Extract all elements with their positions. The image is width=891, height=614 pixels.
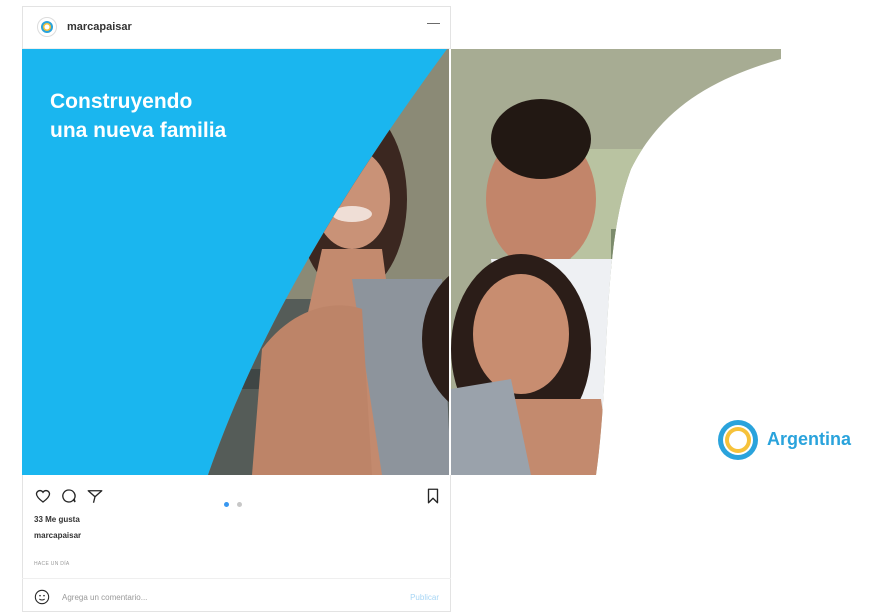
publish-button[interactable]: Publicar [410, 593, 439, 602]
carousel-indicator [224, 494, 246, 512]
headline-line-2: una nueva familia [50, 119, 227, 142]
post-header: marcapaisar — [23, 7, 450, 49]
emoji-icon[interactable] [34, 589, 50, 605]
sun-logo-icon [718, 420, 758, 460]
carousel-slide-2[interactable]: Argentina [451, 49, 878, 475]
bookmark-icon[interactable] [425, 487, 441, 505]
share-icon[interactable] [86, 487, 104, 505]
caption-username[interactable]: marcapaisar [34, 531, 81, 540]
carousel-slide-1[interactable]: Construyendo una nueva familia [22, 49, 451, 475]
carousel-dot-active [224, 502, 229, 507]
carousel-dot [237, 502, 243, 507]
post-username[interactable]: marcapaisar [67, 21, 132, 33]
family-photo-continued [451, 49, 781, 475]
post-time: HACE UN DÍA [34, 561, 70, 567]
comment-icon[interactable] [60, 487, 78, 505]
sun-logo-icon [41, 21, 53, 33]
heart-icon[interactable] [34, 487, 52, 505]
more-options-button[interactable]: — [427, 15, 440, 30]
post-actions [22, 482, 451, 512]
headline-line-1: Construyendo [50, 90, 193, 113]
comment-input[interactable]: Agrega un comentario... [62, 593, 147, 602]
likes-count[interactable]: 33 Me gusta [34, 515, 80, 524]
comment-bar: Agrega un comentario... Publicar [22, 578, 451, 612]
headline: Construyendo una nueva familia [50, 87, 226, 145]
avatar[interactable] [37, 17, 57, 37]
brand-name: Argentina [767, 429, 852, 449]
